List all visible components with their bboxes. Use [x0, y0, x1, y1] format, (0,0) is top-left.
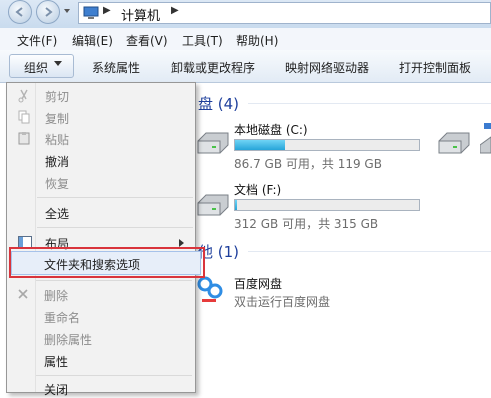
back-arrow-icon — [15, 7, 23, 17]
baidu-netdisk-item[interactable]: 百度网盘 双击运行百度网盘 — [196, 269, 396, 309]
breadcrumb-computer[interactable]: 计算机 — [121, 5, 160, 24]
menu-help[interactable]: 帮助(H) — [236, 32, 278, 49]
hard-drive-icon[interactable] — [437, 131, 471, 157]
drive-c-name: 本地磁盘 (C:) — [234, 123, 308, 137]
menu-rename[interactable]: 重命名 — [44, 309, 80, 326]
menu-bar: 文件(F) 编辑(E) 查看(V) 工具(T) 帮助(H) — [0, 28, 491, 51]
menu-file[interactable]: 文件(F) — [17, 32, 57, 49]
menu-properties[interactable]: 属性 — [44, 353, 68, 370]
forward-button[interactable] — [36, 0, 60, 24]
drive-f-free: 312 GB 可用，共 315 GB — [234, 217, 379, 231]
scissors-icon — [18, 89, 28, 103]
uninstall-program-button[interactable]: 卸载或更改程序 — [171, 59, 255, 76]
address-field[interactable]: ▶ 计算机 ▶ — [78, 2, 491, 24]
menu-delete[interactable]: 删除 — [44, 287, 68, 304]
open-control-panel-button[interactable]: 打开控制面板 — [399, 59, 471, 76]
group-header-drives[interactable]: 盘 (4) — [198, 93, 239, 114]
breadcrumb-separator-icon[interactable]: ▶ — [103, 5, 111, 16]
hard-drive-icon[interactable] — [480, 123, 491, 159]
menu-close[interactable]: 关闭 — [44, 381, 68, 398]
drive-c-free: 86.7 GB 可用，共 119 GB — [234, 157, 382, 171]
submenu-arrow-icon — [179, 239, 184, 247]
organize-button[interactable]: 组织 — [9, 54, 74, 78]
delete-icon — [18, 289, 28, 299]
command-bar: 组织 系统属性 卸载或更改程序 映射网络驱动器 打开控制面板 — [0, 50, 491, 83]
menu-remove-properties[interactable]: 删除属性 — [44, 331, 92, 348]
computer-icon — [83, 6, 99, 19]
organize-label: 组织 — [24, 61, 49, 75]
baidu-netdisk-desc: 双击运行百度网盘 — [234, 295, 331, 309]
address-bar: ▶ 计算机 ▶ — [0, 0, 491, 29]
drive-f-usage-bar — [234, 199, 420, 211]
annotation-highlight-box — [9, 247, 205, 278]
menu-cut[interactable]: 剪切 — [45, 88, 69, 105]
copy-icon — [18, 110, 30, 124]
menu-redo[interactable]: 恢复 — [45, 175, 69, 192]
menu-separator — [37, 227, 193, 228]
menu-select-all[interactable]: 全选 — [45, 205, 69, 222]
paste-icon — [18, 132, 30, 145]
baidu-netdisk-name: 百度网盘 — [234, 277, 283, 291]
system-properties-button[interactable]: 系统属性 — [92, 59, 140, 76]
drive-c-usage-fill — [235, 140, 285, 150]
chevron-down-icon — [54, 61, 62, 66]
hard-drive-icon — [197, 132, 229, 154]
drive-f-name: 文档 (F:) — [234, 183, 282, 197]
breadcrumb-separator-icon[interactable]: ▶ — [171, 5, 179, 16]
menu-edit[interactable]: 编辑(E) — [72, 32, 113, 49]
drive-c[interactable]: 本地磁盘 (C:) 86.7 GB 可用，共 119 GB — [196, 119, 436, 179]
menu-separator — [36, 280, 192, 281]
group-divider — [248, 103, 491, 104]
history-dropdown-icon[interactable] — [64, 9, 70, 13]
menu-paste[interactable]: 粘贴 — [45, 131, 69, 148]
map-network-drive-button[interactable]: 映射网络驱动器 — [285, 59, 369, 76]
drive-f-usage-fill — [235, 200, 237, 210]
menu-view[interactable]: 查看(V) — [126, 32, 168, 49]
menu-separator — [37, 197, 193, 198]
drive-c-usage-bar — [234, 139, 420, 151]
forward-arrow-icon — [45, 7, 53, 17]
menu-copy[interactable]: 复制 — [45, 110, 69, 127]
drive-f[interactable]: 文档 (F:) 312 GB 可用，共 315 GB — [196, 179, 436, 235]
menu-undo[interactable]: 撤消 — [45, 153, 69, 170]
hard-drive-icon — [197, 194, 229, 216]
group-divider — [248, 251, 491, 252]
context-menu-lower: 删除 重命名 删除属性 属性 关闭 — [6, 280, 196, 397]
back-button[interactable] — [8, 0, 32, 24]
menu-tools[interactable]: 工具(T) — [182, 32, 223, 49]
menu-separator — [36, 375, 192, 376]
